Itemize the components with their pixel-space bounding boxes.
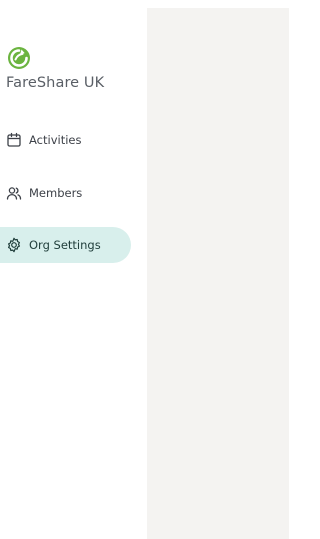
fareshare-logo-icon (6, 45, 32, 71)
users-icon (6, 185, 22, 201)
main-content (147, 8, 289, 539)
sidebar-item-members[interactable]: Members (0, 175, 131, 211)
sidebar-item-label: Members (29, 186, 83, 200)
org-name: FareShare UK (6, 75, 105, 91)
calendar-icon (6, 132, 22, 148)
app-frame: FareShare UK Activities Members Org Sett… (0, 0, 289, 539)
sidebar-item-label: Org Settings (29, 238, 101, 252)
sidebar: FareShare UK Activities Members Org Sett… (0, 0, 147, 539)
gear-icon (6, 237, 22, 253)
sidebar-item-activities[interactable]: Activities (0, 122, 131, 158)
sidebar-item-org-settings[interactable]: Org Settings (0, 227, 131, 263)
sidebar-item-label: Activities (29, 133, 82, 147)
